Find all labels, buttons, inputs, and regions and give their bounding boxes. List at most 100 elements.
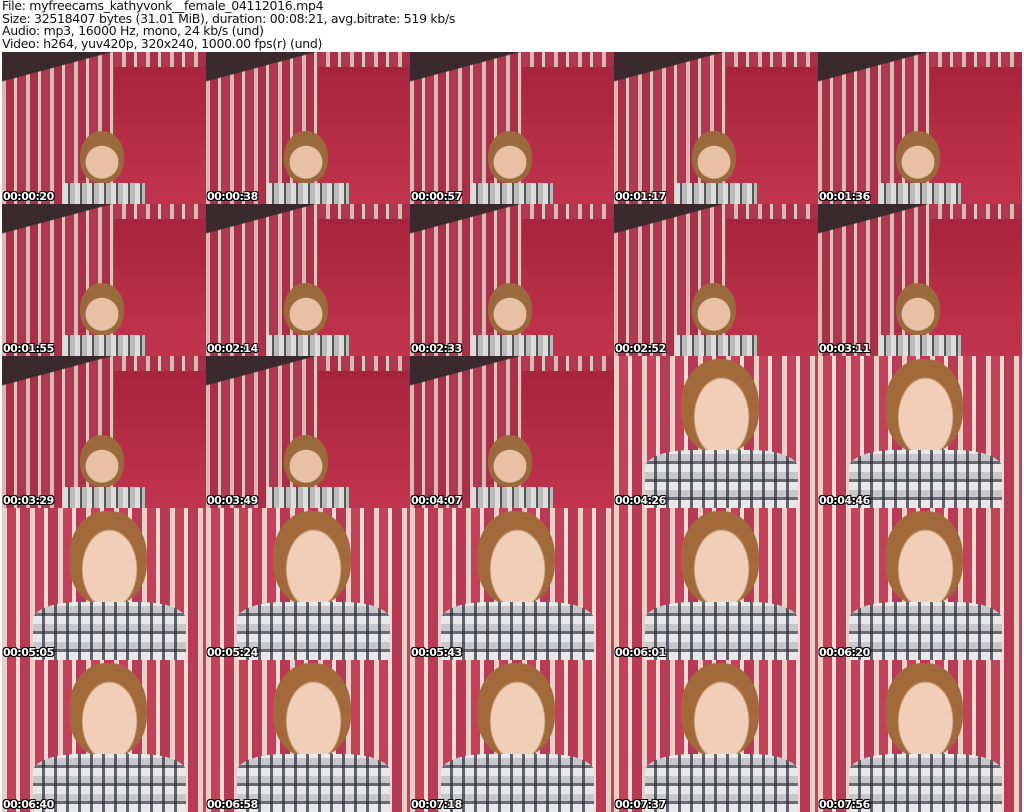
timestamp: 00:05:05 [3, 646, 54, 659]
timestamp: 00:02:52 [615, 342, 666, 355]
person-face [283, 435, 329, 487]
plaid-shirt [675, 182, 757, 204]
plaid-shirt [63, 182, 145, 204]
video-thumbnail: 00:03:49 [206, 356, 410, 508]
person-face [79, 131, 125, 183]
video-thumbnail: 00:05:05 [2, 508, 206, 660]
video-thumbnail: 00:06:40 [2, 660, 206, 812]
video-thumbnail: 00:00:38 [206, 52, 410, 204]
timestamp: 00:02:33 [411, 342, 462, 355]
plaid-shirt [32, 754, 186, 812]
video-thumbnail: 00:00:20 [2, 52, 206, 204]
video-thumbnail: 00:04:26 [614, 356, 818, 508]
timestamp: 00:06:58 [207, 798, 258, 811]
video-thumbnail: 00:04:07 [410, 356, 614, 508]
video-thumbnail: 00:03:11 [818, 204, 1022, 356]
plaid-shirt [675, 334, 757, 356]
timestamp: 00:03:11 [819, 342, 870, 355]
plaid-shirt [440, 602, 594, 660]
timestamp: 00:07:56 [819, 798, 870, 811]
plaid-shirt [267, 182, 349, 204]
video-thumbnail: 00:06:01 [614, 508, 818, 660]
plaid-shirt [644, 602, 798, 660]
person-face [691, 283, 737, 335]
person-face [283, 283, 329, 335]
person-face [487, 435, 533, 487]
timestamp: 00:01:55 [3, 342, 54, 355]
video-thumbnail: 00:01:17 [614, 52, 818, 204]
plaid-shirt [267, 486, 349, 508]
video-thumbnail: 00:05:43 [410, 508, 614, 660]
video-thumbnail: 00:02:33 [410, 204, 614, 356]
person-face [691, 131, 737, 183]
plaid-shirt [848, 754, 1002, 812]
video-thumbnail: 00:05:24 [206, 508, 410, 660]
person-face [273, 511, 351, 606]
plaid-shirt [267, 334, 349, 356]
video-thumbnail: 00:04:46 [818, 356, 1022, 508]
person-face [79, 283, 125, 335]
timestamp: 00:01:17 [615, 190, 666, 203]
person-face [79, 435, 125, 487]
video-thumbnail: 00:06:58 [206, 660, 410, 812]
timestamp: 00:06:40 [3, 798, 54, 811]
timestamp: 00:04:07 [411, 494, 462, 507]
person-face [885, 511, 963, 606]
person-face [477, 663, 555, 758]
video-thumbnail: 00:01:55 [2, 204, 206, 356]
timestamp: 00:05:43 [411, 646, 462, 659]
video-thumbnail: 00:06:20 [818, 508, 1022, 660]
plaid-shirt [644, 450, 798, 508]
person-face [487, 131, 533, 183]
timestamp: 00:04:26 [615, 494, 666, 507]
video-thumbnail: 00:07:18 [410, 660, 614, 812]
plaid-shirt [63, 334, 145, 356]
file-info-header: File: myfreecams_kathyvonk__female_04112… [2, 0, 455, 50]
person-face [681, 359, 759, 454]
video-thumbnail: 00:00:57 [410, 52, 614, 204]
timestamp: 00:05:24 [207, 646, 258, 659]
person-face [69, 663, 147, 758]
person-face [681, 663, 759, 758]
timestamp: 00:00:38 [207, 190, 258, 203]
video-thumbnail: 00:03:29 [2, 356, 206, 508]
timestamp: 00:00:20 [3, 190, 54, 203]
timestamp: 00:02:14 [207, 342, 258, 355]
video-thumbnail: 00:07:37 [614, 660, 818, 812]
plaid-shirt [471, 182, 553, 204]
person-face [885, 359, 963, 454]
person-face [895, 131, 941, 183]
timestamp: 00:03:49 [207, 494, 258, 507]
plaid-shirt [879, 334, 961, 356]
video-thumbnail: 00:01:36 [818, 52, 1022, 204]
plaid-shirt [471, 334, 553, 356]
timestamp: 00:06:20 [819, 646, 870, 659]
timestamp: 00:06:01 [615, 646, 666, 659]
timestamp: 00:04:46 [819, 494, 870, 507]
video-thumbnail: 00:02:52 [614, 204, 818, 356]
person-face [895, 283, 941, 335]
plaid-shirt [440, 754, 594, 812]
person-face [273, 663, 351, 758]
timestamp: 00:01:36 [819, 190, 870, 203]
plaid-shirt [63, 486, 145, 508]
plaid-shirt [236, 754, 390, 812]
person-face [283, 131, 329, 183]
timestamp: 00:00:57 [411, 190, 462, 203]
person-face [885, 663, 963, 758]
person-face [477, 511, 555, 606]
timestamp: 00:07:18 [411, 798, 462, 811]
person-face [681, 511, 759, 606]
plaid-shirt [32, 602, 186, 660]
plaid-shirt [848, 450, 1002, 508]
person-face [69, 511, 147, 606]
video-thumbnail: 00:07:56 [818, 660, 1022, 812]
person-face [487, 283, 533, 335]
plaid-shirt [879, 182, 961, 204]
video-thumbnail: 00:02:14 [206, 204, 410, 356]
plaid-shirt [644, 754, 798, 812]
timestamp: 00:07:37 [615, 798, 666, 811]
plaid-shirt [471, 486, 553, 508]
thumbnail-grid: 00:00:20 00:00:38 00:00:57 00:01:17 00:01:36… [2, 52, 1022, 812]
plaid-shirt [236, 602, 390, 660]
